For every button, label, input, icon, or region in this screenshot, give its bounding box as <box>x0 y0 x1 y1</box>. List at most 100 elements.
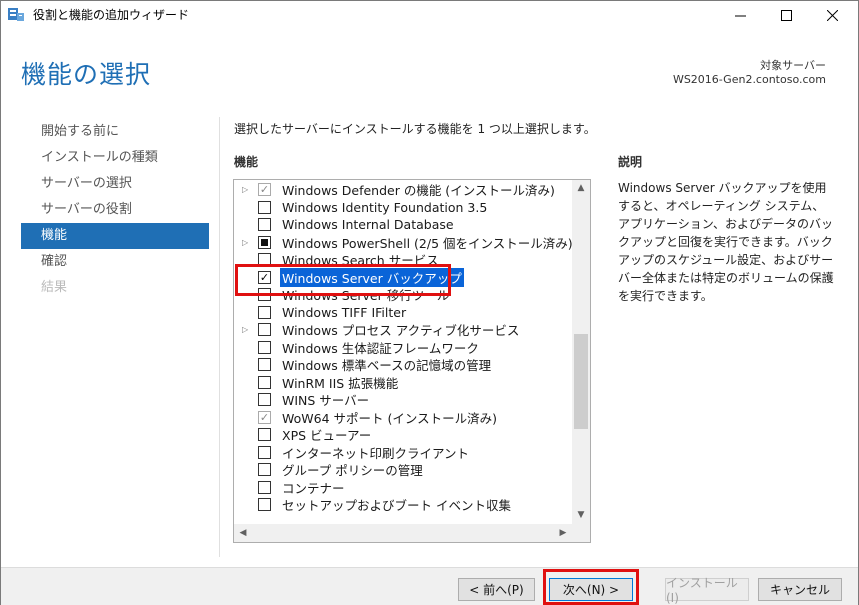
feature-row[interactable]: Windows 標準ベースの記憶域の管理 <box>234 356 572 374</box>
feature-row[interactable]: インターネット印刷クライアント <box>234 444 572 462</box>
title-bar[interactable]: 役割と機能の追加ウィザード <box>1 1 858 29</box>
feature-label: WoW64 サポート (インストール済み) <box>282 410 497 426</box>
feature-row[interactable]: コンテナー <box>234 479 572 497</box>
feature-label: コンテナー <box>282 480 345 496</box>
feature-row[interactable]: XPS ビューアー <box>234 426 572 444</box>
feature-row[interactable]: グループ ポリシーの管理 <box>234 461 572 479</box>
feature-label: Windows Internal Database <box>282 217 454 233</box>
feature-checkbox[interactable] <box>258 218 271 232</box>
feature-row[interactable]: ▷ Windows プロセス アクティブ化サービス <box>234 321 572 339</box>
close-icon <box>826 9 838 21</box>
feature-label: Windows Identity Foundation 3.5 <box>282 199 488 215</box>
feature-row[interactable]: Windows Search サービス <box>234 251 572 269</box>
scroll-left-icon[interactable]: ◀ <box>234 524 252 542</box>
scroll-down-icon[interactable]: ▼ <box>572 507 590 524</box>
nav-item-confirmation[interactable]: 確認 <box>21 249 209 275</box>
feature-description: Windows Server バックアップを使用すると、オペレーティング システ… <box>618 181 834 303</box>
wizard-footer: < 前へ(P) 次へ(N) > インストール(I) キャンセル <box>1 567 858 605</box>
feature-row[interactable]: Windows 生体認証フレームワーク <box>234 339 572 357</box>
nav-item-server-selection[interactable]: サーバーの選択 <box>21 171 209 197</box>
feature-label: Windows 標準ベースの記憶域の管理 <box>282 358 492 374</box>
nav-item-features[interactable]: 機能 <box>21 223 209 249</box>
feature-checkbox[interactable] <box>258 323 271 337</box>
vertical-scrollbar[interactable]: ▲ ▼ <box>572 180 590 524</box>
feature-checkbox[interactable] <box>258 253 271 267</box>
feature-row[interactable]: Windows Internal Database <box>234 216 572 234</box>
expand-arrow-icon[interactable]: ▷ <box>234 238 258 247</box>
server-manager-icon <box>8 8 24 21</box>
horizontal-scrollbar[interactable]: ◀ ▶ <box>234 524 590 542</box>
feature-row[interactable]: Windows Identity Foundation 3.5 <box>234 199 572 217</box>
feature-row[interactable]: WINS サーバー <box>234 391 572 409</box>
feature-row[interactable]: ▷ ✓ Windows Defender の機能 (インストール済み) <box>234 181 572 199</box>
feature-label: Windows Defender の機能 (インストール済み) <box>282 183 555 199</box>
feature-label: インターネット印刷クライアント <box>282 445 470 461</box>
feature-checkbox[interactable] <box>258 428 271 442</box>
wizard-nav: 開始する前に インストールの種類 サーバーの選択 サーバーの役割 機能 確認 結… <box>21 119 209 301</box>
feature-row[interactable]: Windows Server 移行ツール <box>234 286 572 304</box>
next-button[interactable]: 次へ(N) > <box>549 578 633 601</box>
feature-label: Windows Search サービス <box>282 253 439 269</box>
instruction-text: 選択したサーバーにインストールする機能を 1 つ以上選択します。 <box>234 122 596 136</box>
maximize-icon <box>780 9 792 21</box>
features-rows: ▷ ✓ Windows Defender の機能 (インストール済み) Windows… <box>234 181 573 514</box>
feature-label: Windows プロセス アクティブ化サービス <box>282 323 520 339</box>
feature-checkbox[interactable] <box>258 445 271 459</box>
feature-label: Windows Server 移行ツール <box>282 288 450 304</box>
feature-label: セットアップおよびブート イベント収集 <box>282 498 511 514</box>
wizard-window: 役割と機能の追加ウィザード 機能の選択 対象サーバー WS2016-Gen2.c… <box>0 0 859 605</box>
description-header: 説明 <box>618 155 643 169</box>
install-button: インストール(I) <box>665 576 749 605</box>
expand-arrow-icon[interactable]: ▷ <box>234 185 258 194</box>
feature-checkbox[interactable] <box>258 463 271 477</box>
feature-checkbox[interactable] <box>258 305 271 319</box>
feature-checkbox[interactable] <box>258 393 271 407</box>
feature-row[interactable]: セットアップおよびブート イベント収集 <box>234 496 572 514</box>
nav-item-before-you-begin[interactable]: 開始する前に <box>21 119 209 145</box>
destination-server-label: 対象サーバー <box>760 59 826 72</box>
feature-row[interactable]: ▷ Windows PowerShell (2/5 個をインストール済み) <box>234 234 573 252</box>
feature-checkbox[interactable] <box>258 288 271 302</box>
feature-row[interactable]: ✓ Windows Server バックアップ <box>234 267 572 287</box>
feature-checkbox[interactable] <box>258 480 271 494</box>
feature-checkbox: ✓ <box>258 183 271 197</box>
feature-checkbox[interactable] <box>258 340 271 354</box>
destination-server-name: WS2016-Gen2.contoso.com <box>672 73 826 86</box>
scroll-up-icon[interactable]: ▲ <box>572 180 590 197</box>
feature-label: Windows PowerShell (2/5 個をインストール済み) <box>282 235 573 251</box>
scrollbar-thumb[interactable] <box>574 334 588 429</box>
feature-row[interactable]: WinRM IIS 拡張機能 <box>234 374 572 392</box>
minimize-icon <box>734 15 746 16</box>
page-title: 機能の選択 <box>21 60 152 89</box>
feature-checkbox[interactable] <box>258 235 271 249</box>
scroll-right-icon[interactable]: ▶ <box>554 524 572 542</box>
feature-label: Windows Server バックアップ <box>280 267 464 287</box>
previous-button[interactable]: < 前へ(P) <box>458 578 535 601</box>
minimize-button[interactable] <box>717 1 763 29</box>
feature-label: XPS ビューアー <box>282 428 372 444</box>
nav-item-results: 結果 <box>41 280 68 295</box>
features-header: 機能 <box>234 155 259 169</box>
feature-label: Windows 生体認証フレームワーク <box>282 340 479 356</box>
maximize-button[interactable] <box>763 1 809 29</box>
feature-label: WinRM IIS 拡張機能 <box>282 375 399 391</box>
feature-row[interactable]: Windows TIFF IFilter <box>234 304 572 322</box>
feature-row[interactable]: ✓ WoW64 サポート (インストール済み) <box>234 409 572 427</box>
cancel-button[interactable]: キャンセル <box>758 578 842 601</box>
window-title: 役割と機能の追加ウィザード <box>33 8 190 22</box>
feature-checkbox[interactable]: ✓ <box>258 270 271 284</box>
feature-checkbox[interactable] <box>258 498 271 512</box>
feature-label: Windows TIFF IFilter <box>282 304 407 320</box>
feature-checkbox[interactable] <box>258 200 271 214</box>
nav-item-installation-type[interactable]: インストールの種類 <box>21 145 209 171</box>
feature-label: グループ ポリシーの管理 <box>282 463 423 479</box>
feature-checkbox: ✓ <box>258 410 271 424</box>
feature-label: WINS サーバー <box>282 393 370 409</box>
close-button[interactable] <box>809 1 855 29</box>
nav-divider <box>219 117 220 557</box>
feature-checkbox[interactable] <box>258 358 271 372</box>
feature-checkbox[interactable] <box>258 375 271 389</box>
features-list[interactable]: ▷ ✓ Windows Defender の機能 (インストール済み) Windows… <box>233 179 591 543</box>
nav-item-server-roles[interactable]: サーバーの役割 <box>21 197 209 223</box>
expand-arrow-icon[interactable]: ▷ <box>234 325 258 334</box>
